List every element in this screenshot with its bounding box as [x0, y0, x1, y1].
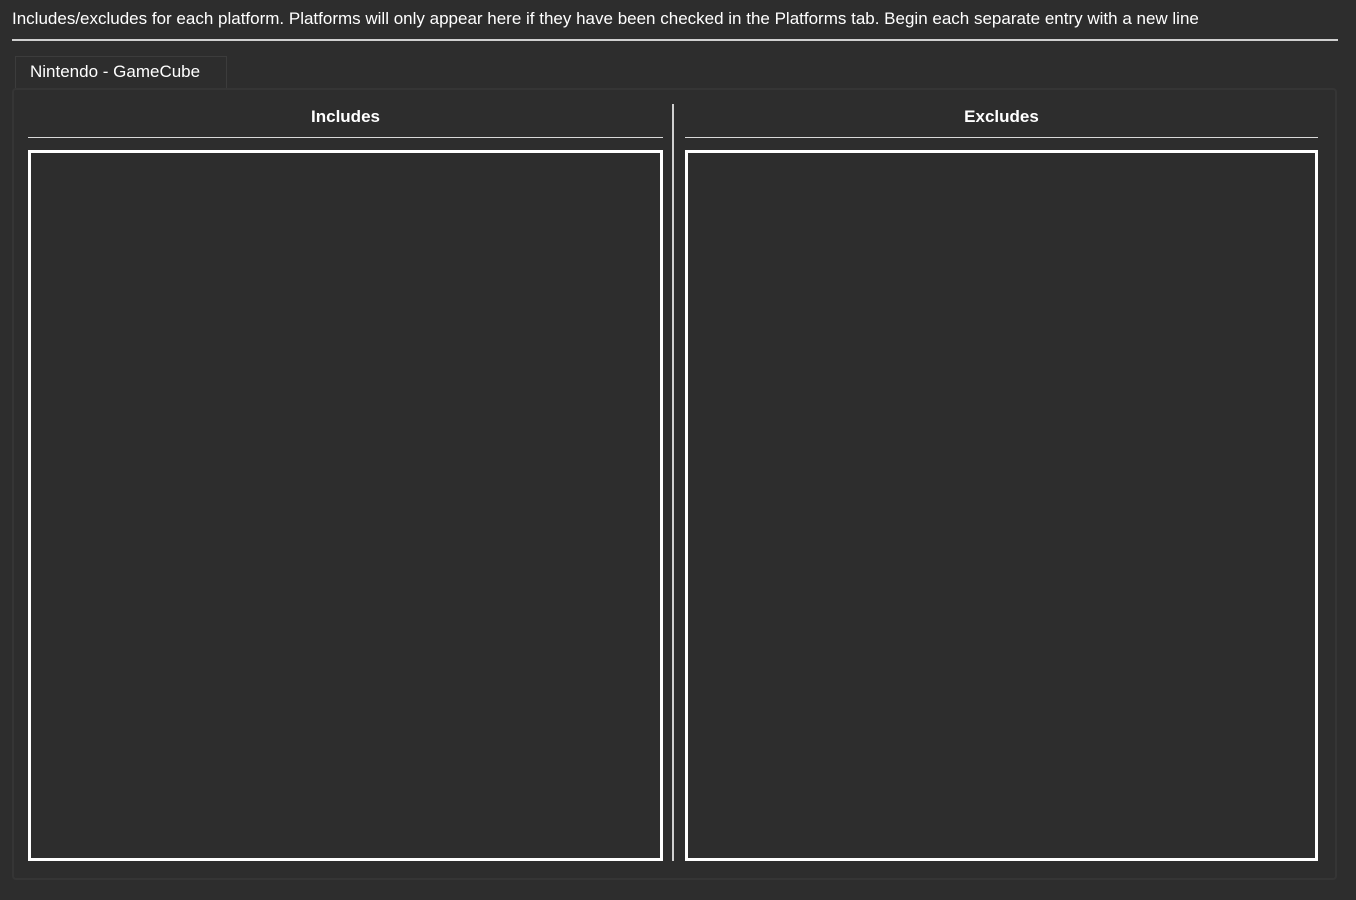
- tab-nintendo-gamecube[interactable]: Nintendo - GameCube: [15, 56, 227, 88]
- top-divider: [12, 39, 1338, 41]
- includes-header-rule: [28, 137, 663, 138]
- description-text: Includes/excludes for each platform. Pla…: [12, 9, 1199, 28]
- excludes-header: Excludes: [964, 107, 1039, 126]
- excludes-textarea[interactable]: [685, 150, 1318, 861]
- includes-header: Includes: [311, 107, 380, 126]
- column-divider: [672, 104, 674, 861]
- includes-textarea[interactable]: [28, 150, 663, 861]
- includes-excludes-page: Includes/excludes for each platform. Pla…: [0, 0, 1356, 900]
- excludes-header-rule: [685, 137, 1318, 138]
